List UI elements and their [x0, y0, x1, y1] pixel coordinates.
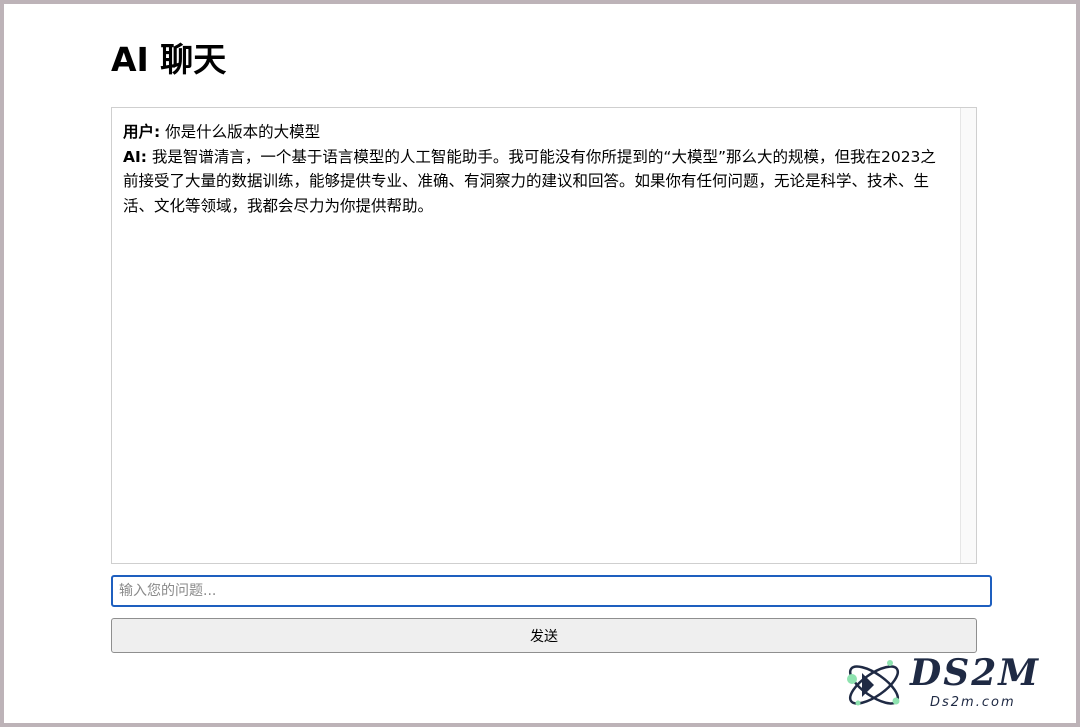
chat-scrollbar[interactable] [960, 108, 976, 563]
question-input[interactable] [111, 575, 992, 607]
chat-message-ai: AI: 我是智谱清言，一个基于语言模型的人工智能助手。我可能没有你所提到的“大模… [123, 145, 951, 219]
app-window: AI 聊天 用户: 你是什么版本的大模型 AI: 我是智谱清言，一个基于语言模型… [0, 0, 1080, 727]
watermark-sub-text: Ds2m.com [930, 695, 1016, 710]
message-text: 我是智谱清言，一个基于语言模型的人工智能助手。我可能没有你所提到的“大模型”那么… [123, 147, 936, 215]
chat-message-user: 用户: 你是什么版本的大模型 [123, 120, 951, 145]
message-speaker: AI: [123, 147, 147, 166]
chat-history[interactable]: 用户: 你是什么版本的大模型 AI: 我是智谱清言，一个基于语言模型的人工智能助… [111, 107, 977, 564]
page-title: AI 聊天 [111, 40, 227, 79]
chat-messages: 用户: 你是什么版本的大模型 AI: 我是智谱清言，一个基于语言模型的人工智能助… [123, 120, 951, 218]
send-button[interactable]: 发送 [111, 618, 977, 653]
atom-logo-icon [847, 660, 900, 706]
watermark: DS2M Ds2m.com [840, 651, 1068, 719]
message-text: 你是什么版本的大模型 [165, 123, 321, 141]
watermark-logo-text: DS2M [910, 652, 1041, 694]
message-speaker: 用户: [123, 123, 161, 141]
